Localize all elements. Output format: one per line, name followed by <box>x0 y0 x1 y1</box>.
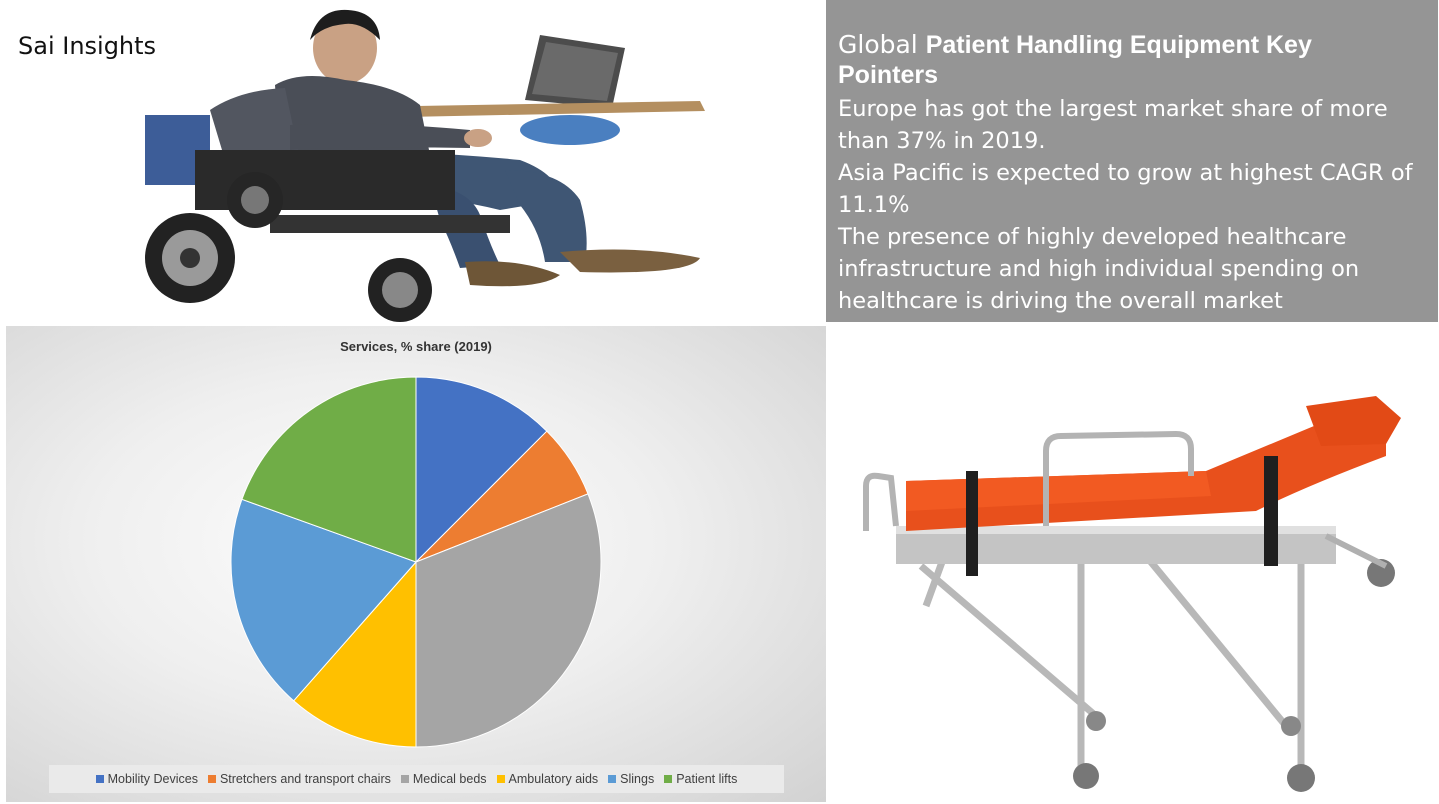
pie-chart <box>230 376 602 748</box>
legend-item: Mobility Devices <box>95 772 198 786</box>
legend-item: Slings <box>608 772 654 786</box>
pointer-item: Europe has got the largest market share … <box>838 96 1388 154</box>
key-pointers-title: Global Patient Handling Equipment Key Po… <box>838 30 1398 90</box>
legend-item: Stretchers and transport chairs <box>207 772 391 786</box>
legend-item: Patient lifts <box>664 772 737 786</box>
stretcher-photo <box>826 326 1439 804</box>
legend-label: Slings <box>620 772 655 786</box>
legend-swatch <box>496 775 505 783</box>
pie-chart-panel: Services, % share (2019) Mobility Device… <box>6 326 826 802</box>
key-pointers-list: Europe has got the largest market share … <box>838 93 1428 317</box>
legend-swatch <box>207 775 216 783</box>
legend-label: Ambulatory aids <box>508 772 599 786</box>
legend-swatch <box>400 775 409 783</box>
chart-legend: Mobility Devices Stretchers and transport… <box>49 765 784 793</box>
brand-title: Sai Insights <box>18 32 157 60</box>
stretcher-illustration <box>863 396 1401 792</box>
legend-label: Mobility Devices <box>107 772 198 786</box>
legend-label: Patient lifts <box>676 772 738 786</box>
legend-label: Stretchers and transport chairs <box>219 772 391 786</box>
key-pointers-panel: Global Patient Handling Equipment Key Po… <box>826 0 1438 322</box>
legend-swatch <box>95 775 104 783</box>
legend-item: Medical beds <box>400 772 487 786</box>
title-prefix: Global <box>838 30 926 59</box>
pointer-item: Asia Pacific is expected to grow at high… <box>838 160 1413 218</box>
legend-item: Ambulatory aids <box>496 772 599 786</box>
pointer-item: The presence of highly developed healthc… <box>838 224 1360 314</box>
legend-swatch <box>608 775 617 783</box>
legend-swatch <box>664 775 673 783</box>
legend-label: Medical beds <box>412 772 487 786</box>
wheelchair-photo: Sai Insights <box>0 0 826 325</box>
